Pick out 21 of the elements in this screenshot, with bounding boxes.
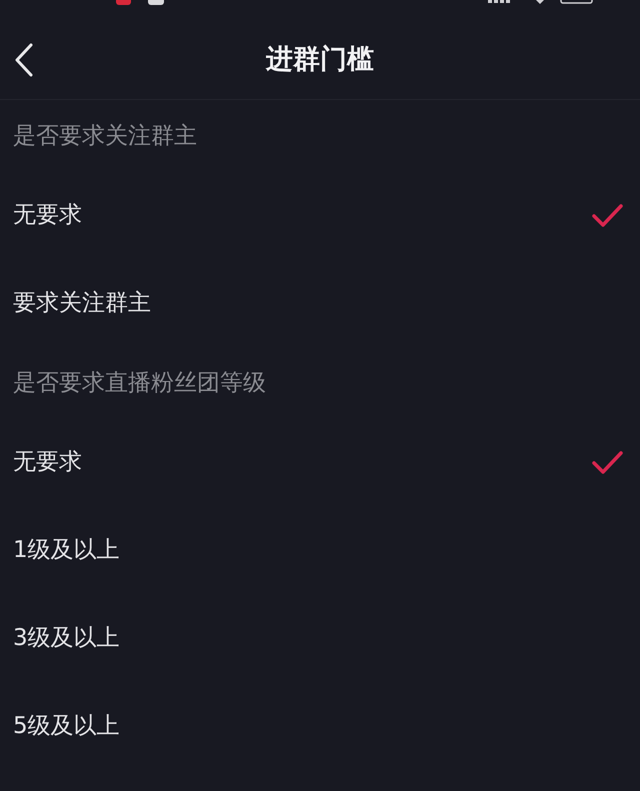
option-label: 要求关注群主 [13,292,151,314]
option-row[interactable]: 5级及以上 [0,682,640,770]
battery-icon [560,0,593,4]
option-label: 无要求 [13,204,82,226]
option-label: 3级及以上 [13,626,120,650]
app-icon [116,0,131,5]
section-header: 是否要求关注群主 [13,125,197,148]
wifi-icon [535,0,545,4]
app-icon [148,0,164,5]
option-label: 无要求 [13,450,82,474]
section-header: 是否要求直播粉丝团等级 [13,372,266,395]
option-row[interactable]: 无要求 [0,418,640,506]
option-row[interactable]: 3级及以上 [0,594,640,682]
back-chevron-icon [15,43,33,77]
option-row[interactable]: 1级及以上 [0,506,640,594]
option-label: 5级及以上 [13,714,120,738]
option-row[interactable]: 无要求 [0,171,640,259]
page-title: 进群门槛 [266,46,374,73]
signal-icon [488,0,512,3]
option-row[interactable]: 要求关注群主 [0,259,640,347]
option-label: 1级及以上 [13,538,120,562]
